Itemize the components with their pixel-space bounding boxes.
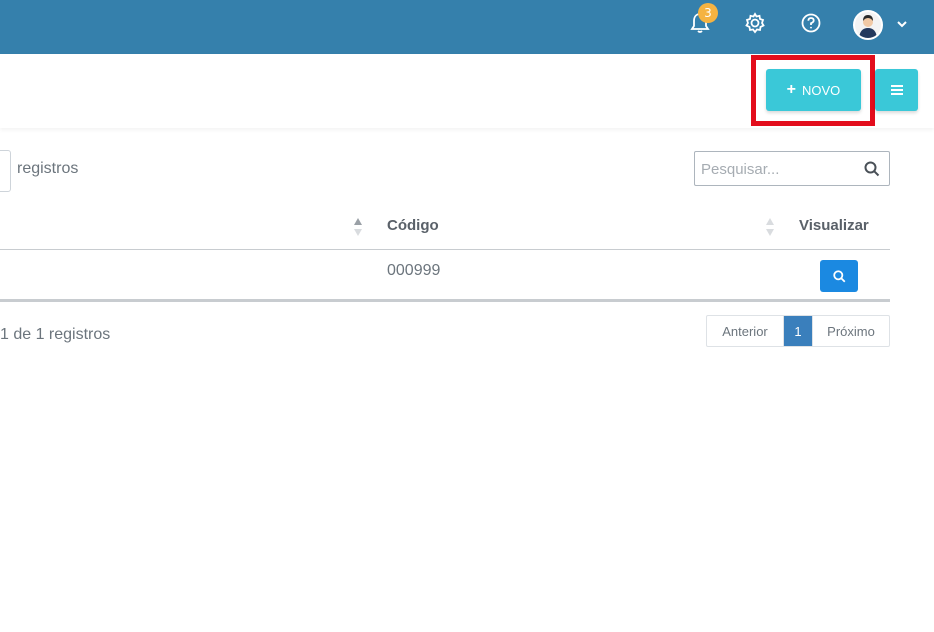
help-icon[interactable] [800,11,822,35]
menu-icon [890,85,903,95]
search-input[interactable] [701,158,851,180]
pagination-previous[interactable]: Anterior [707,316,784,346]
chevron-down-icon[interactable] [895,16,909,30]
sort-icon[interactable] [765,217,775,237]
user-avatar[interactable] [853,10,883,40]
notification-count-badge: 3 [698,3,718,23]
pagination-next[interactable]: Próximo [812,316,889,346]
settings-gear-icon[interactable] [744,11,766,35]
new-button-label: NOVO [802,82,841,98]
page-length-label: registros [17,160,79,177]
search-icon [832,269,845,282]
page-length-select[interactable] [0,150,11,192]
table-header-divider [0,249,890,250]
menu-button[interactable] [875,69,918,111]
table-bottom-divider [0,299,890,302]
search-icon [864,161,880,177]
pagination-page-1[interactable]: 1 [784,316,812,346]
column-header-visualizar: Visualizar [799,217,869,234]
new-button[interactable]: + NOVO [766,69,861,111]
plus-icon: + [786,81,797,98]
table-cell-codigo: 000999 [387,262,441,279]
view-button[interactable] [820,260,858,292]
search-box[interactable] [694,151,890,186]
sort-icon[interactable] [353,217,363,237]
top-navbar: 3 [0,0,934,54]
table-info: 1 de 1 registros [0,326,111,343]
column-header-codigo[interactable]: Código [387,217,439,234]
pagination: Anterior 1 Próximo [706,315,890,347]
